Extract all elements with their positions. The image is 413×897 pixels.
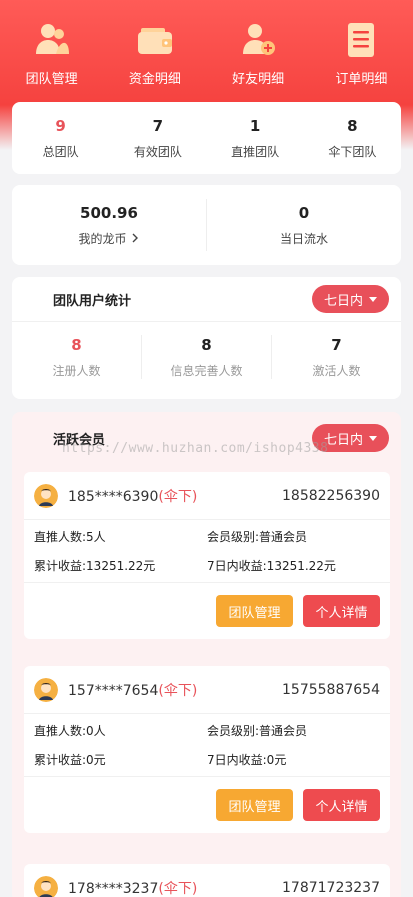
nav-team-management[interactable]: 团队管理 [2, 20, 102, 87]
nav-label: 好友明细 [232, 72, 285, 87]
team-stats-row: 8 注册人数 8 信息完善人数 7 激活人数 [12, 322, 401, 392]
stat-registered: 8 注册人数 [12, 336, 141, 379]
stat-value: 9 [55, 116, 66, 135]
stat-activated: 7 激活人数 [272, 336, 401, 379]
range-label: 七日内 [323, 293, 363, 309]
member-tag: (伞下) [158, 682, 198, 699]
avatar [34, 677, 58, 702]
personal-details-button[interactable]: 个人详情 [303, 595, 380, 627]
coin-balance-label: 我的龙币 [78, 231, 127, 246]
nav-order-detail[interactable]: 订单明细 [311, 20, 411, 87]
member-actions: 团队管理 个人详情 [24, 583, 390, 639]
stat-label: 伞下团队 [328, 144, 377, 159]
member-tag: (伞下) [158, 488, 198, 505]
stat-value: 7 [331, 335, 342, 354]
member-name-wrap: 185****6390(伞下) [68, 486, 197, 506]
stat-label: 信息完善人数 [170, 363, 243, 378]
top-nav: 团队管理 资金明细 好友明细 订单明细 [0, 0, 413, 100]
daily-flow: 0 当日流水 [207, 199, 401, 251]
stat-value: 8 [347, 116, 358, 135]
member-name-wrap: 157****7654(伞下) [68, 680, 197, 700]
member-name-wrap: 178****3237(伞下) [68, 878, 197, 897]
stat-value: 8 [71, 335, 82, 354]
member-phone: 15755887654 [282, 681, 380, 698]
chevron-right-icon [132, 233, 138, 243]
member-direct-count: 直推人数:0人 [34, 724, 106, 738]
team-icon [32, 20, 72, 60]
avatar [34, 875, 58, 897]
member-actions: 团队管理 个人详情 [24, 777, 390, 833]
watermark: https://www.huzhan.com/ishop4338 [62, 441, 329, 456]
member-card: 157****7654(伞下) 15755887654 直推人数:0人 会员级别… [24, 666, 390, 833]
member-direct-count: 直推人数:5人 [34, 530, 106, 544]
member-phone: 18582256390 [282, 487, 380, 504]
member-name: 178****3237 [68, 880, 159, 897]
nav-label: 订单明细 [335, 72, 388, 87]
daily-flow-label: 当日流水 [279, 231, 328, 246]
avatar [34, 483, 58, 508]
stat-info-complete: 8 信息完善人数 [142, 336, 271, 379]
member-header: 185****6390(伞下) 18582256390 [24, 472, 390, 520]
team-management-button[interactable]: 团队管理 [216, 595, 293, 627]
section-header: 团队用户统计 七日内 [12, 277, 401, 321]
member-identity: 185****6390(伞下) [34, 483, 197, 508]
nav-funds-detail[interactable]: 资金明细 [105, 20, 205, 87]
range-dropdown[interactable]: 七日内 [311, 285, 389, 313]
member-total-income: 累计收益:13251.22元 [34, 559, 156, 573]
member-info: 直推人数:0人 会员级别:普通会员 累计收益:0元 7日内收益:0元 [24, 714, 390, 777]
coins-card: 500.96 我的龙币 0 当日流水 [12, 185, 401, 265]
caret-down-icon [369, 296, 377, 302]
my-coins[interactable]: 500.96 我的龙币 [12, 199, 206, 251]
coin-balance-label-wrap: 我的龙币 [78, 230, 139, 247]
team-user-stats-card: 团队用户统计 七日内 8 注册人数 8 信息完善人数 7 激活人数 [12, 277, 401, 399]
team-summary-card: 9 总团队 7 有效团队 1 直推团队 8 伞下团队 [12, 102, 401, 174]
section-title: 团队用户统计 [53, 293, 132, 309]
personal-details-button[interactable]: 个人详情 [303, 789, 380, 821]
stat-value: 7 [152, 116, 164, 135]
member-level: 会员级别:普通会员 [207, 724, 308, 738]
add-friend-icon [238, 20, 278, 60]
stat-valid-team[interactable]: 7 有效团队 [109, 102, 206, 174]
member-info: 直推人数:5人 会员级别:普通会员 累计收益:13251.22元 7日内收益:1… [24, 520, 390, 583]
nav-friends-detail[interactable]: 好友明细 [208, 20, 308, 87]
section-header: 活跃会员 七日内 [12, 412, 401, 464]
stat-label: 总团队 [42, 144, 79, 159]
member-phone: 17871723237 [282, 879, 380, 896]
member-tag: (伞下) [158, 880, 198, 897]
member-week-income: 7日内收益:13251.22元 [207, 559, 336, 573]
member-name: 185****6390 [68, 488, 159, 505]
nav-label: 资金明细 [128, 72, 181, 87]
member-level: 会员级别:普通会员 [207, 530, 308, 544]
daily-flow-value: 0 [298, 203, 310, 222]
stat-label: 激活人数 [312, 363, 361, 378]
member-card: 178****3237(伞下) 17871723237 [24, 864, 390, 897]
member-identity: 157****7654(伞下) [34, 677, 197, 702]
caret-down-icon [369, 435, 377, 441]
stat-label: 注册人数 [52, 363, 101, 378]
stat-value: 8 [201, 335, 212, 354]
member-week-income: 7日内收益:0元 [207, 753, 287, 767]
coin-balance-value: 500.96 [80, 203, 138, 222]
member-identity: 178****3237(伞下) [34, 875, 197, 897]
member-card: 185****6390(伞下) 18582256390 直推人数:5人 会员级别… [24, 472, 390, 639]
member-header: 157****7654(伞下) 15755887654 [24, 666, 390, 714]
stat-direct-team[interactable]: 1 直推团队 [207, 102, 304, 174]
order-list-icon [341, 20, 381, 60]
stat-value: 1 [249, 116, 261, 135]
stat-label: 直推团队 [231, 144, 280, 159]
range-label: 七日内 [323, 432, 363, 448]
member-name: 157****7654 [68, 682, 159, 699]
member-header: 178****3237(伞下) 17871723237 [24, 864, 390, 897]
team-management-button[interactable]: 团队管理 [216, 789, 293, 821]
nav-label: 团队管理 [25, 72, 78, 87]
wallet-icon [135, 20, 175, 60]
stat-label: 有效团队 [133, 144, 182, 159]
stat-umbrella-team[interactable]: 8 伞下团队 [304, 102, 401, 174]
member-total-income: 累计收益:0元 [34, 753, 106, 767]
stat-total-team[interactable]: 9 总团队 [12, 102, 109, 174]
